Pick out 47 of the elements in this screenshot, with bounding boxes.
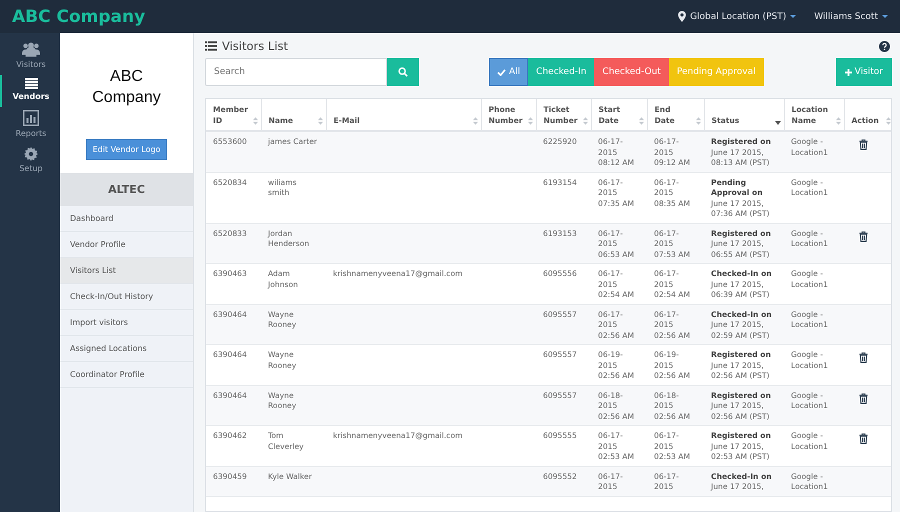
sort-icon [528,117,532,125]
vendor-name: ALTEC [60,172,193,206]
menu-item[interactable]: Check-In/Out History [60,284,193,310]
sort-icon [252,117,258,125]
menu-item[interactable]: Assigned Locations [60,336,193,362]
sort-icon [582,117,588,125]
page-title: Visitors List [222,39,290,53]
sort-icon [886,117,890,125]
sidebar-item[interactable]: Setup [0,144,60,179]
sidebar-label: Vendors [12,92,50,101]
user-dropdown[interactable]: Williams Scott [814,11,888,22]
sidebar-label: Reports [16,129,46,138]
trash-icon[interactable] [859,230,868,242]
caret-icon [882,15,888,18]
sort-icon [318,117,322,125]
sort-icon [696,117,700,125]
check-icon [497,68,506,76]
sort-icon [472,117,478,125]
search-icon [398,67,408,77]
bar-chart-icon [23,110,39,126]
caret-icon [790,15,796,18]
trash-icon[interactable] [859,392,868,404]
search-field[interactable]: Search [205,58,387,86]
list-icon [205,41,217,51]
sort-icon [638,117,644,125]
plus-icon [844,68,852,76]
sort-icon [836,117,840,125]
sidebar-label: Visitors [16,60,46,69]
menu-item[interactable]: Import visitors [60,310,193,336]
sidebar-item[interactable]: Visitors [0,39,60,75]
users-icon [22,42,40,57]
trash-icon[interactable] [859,139,868,150]
help-icon[interactable] [879,40,890,52]
sidebar-label: Setup [19,164,43,173]
list-icon [24,78,38,89]
menu-item[interactable]: Visitors List [60,258,193,284]
sort-down-icon [774,121,780,125]
trash-icon[interactable] [859,433,868,444]
menu-item[interactable]: Dashboard [60,206,193,232]
location-dropdown[interactable]: Global Location (PST) [678,11,796,22]
vendor-logo-text: ABC Company [91,67,162,108]
gear-icon [24,147,38,161]
brand-title: ABC Company [12,6,146,26]
map-pin-icon [678,11,686,22]
menu-item[interactable]: Coordinator Profile [60,362,193,388]
trash-icon[interactable] [859,352,868,363]
sidebar-item[interactable]: Reports [0,107,60,144]
